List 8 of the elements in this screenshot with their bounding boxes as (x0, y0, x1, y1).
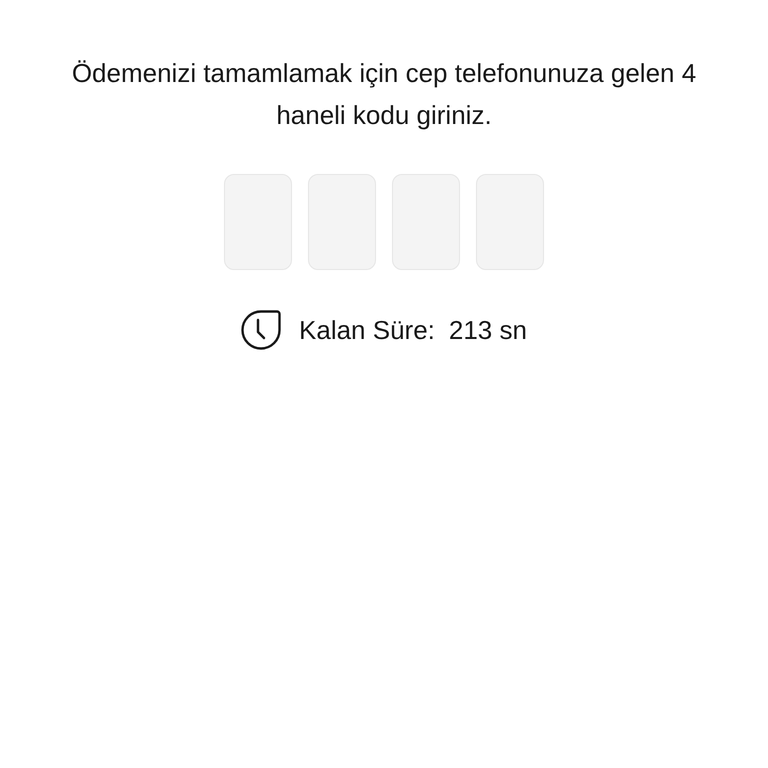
instruction-text: Ödemenizi tamamlamak için cep telefonunuza gelen 4 haneli kodu giriniz. (70, 57, 698, 132)
code-digit-field[interactable] (224, 174, 292, 270)
timer-label: Kalan Süre: (299, 314, 435, 346)
code-digit-field[interactable] (308, 174, 376, 270)
code-digit-field[interactable] (392, 174, 460, 270)
clock-icon (241, 310, 282, 350)
timer-value: 213 sn (448, 314, 527, 346)
code-digit-field[interactable] (476, 174, 544, 270)
